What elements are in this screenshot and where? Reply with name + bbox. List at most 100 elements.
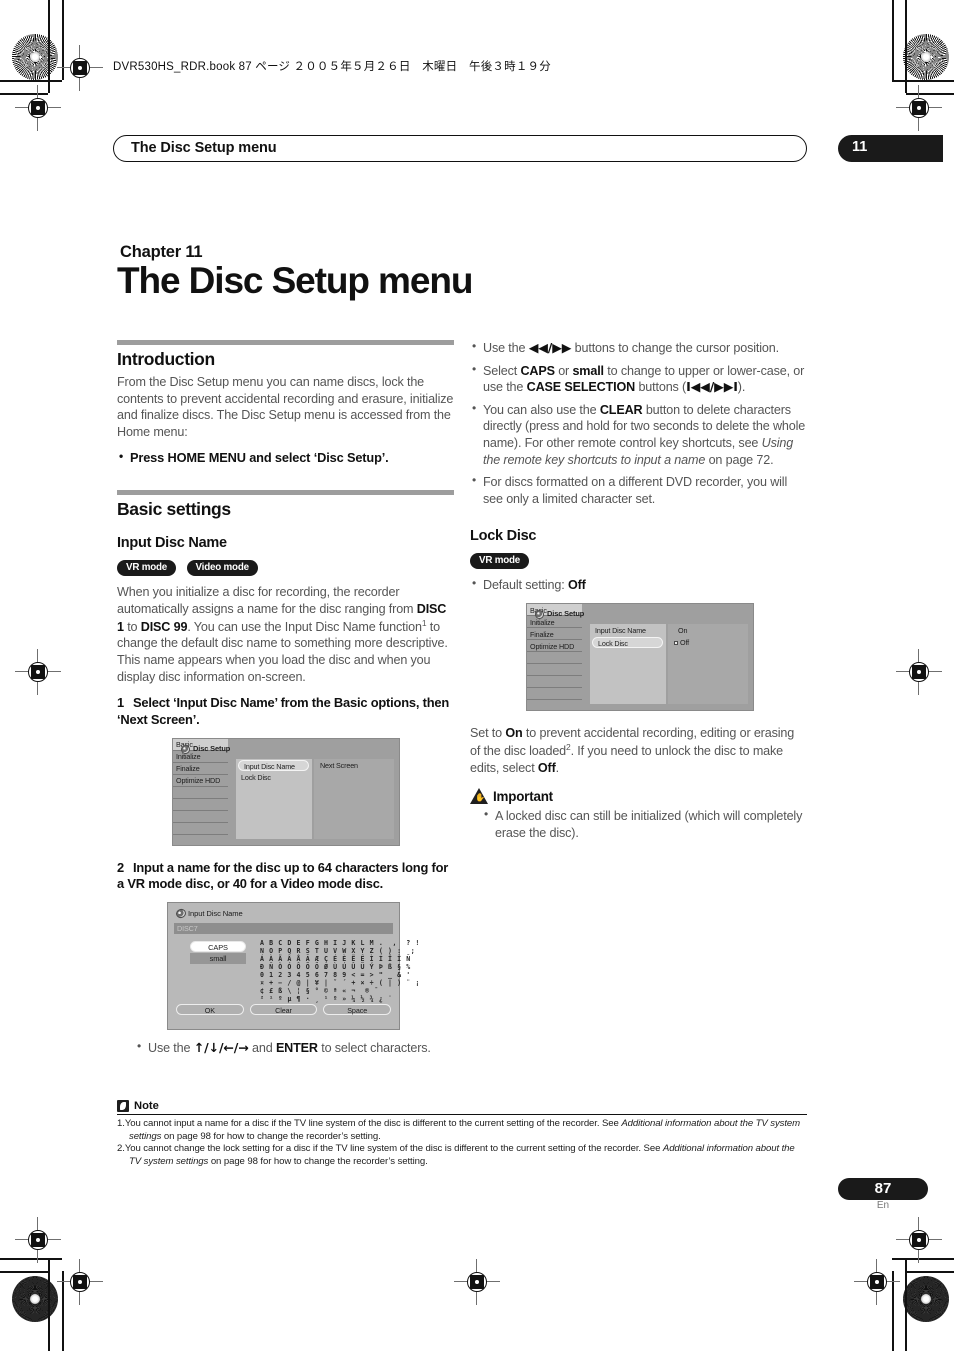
registration-mark-right-middle [896, 649, 942, 695]
input-disc-name-heading: Input Disc Name [117, 535, 227, 552]
case-selection-label: CASE SELECTION [526, 380, 636, 395]
important-block: Important A locked disc can still be ini… [470, 788, 807, 841]
osd-name-field[interactable]: DISC7 [174, 923, 393, 935]
registration-mark-left-lower [15, 1217, 61, 1263]
osd-menu-item-finalize[interactable]: Finalize [527, 628, 582, 641]
lock-disc-heading: Lock Disc [470, 528, 537, 545]
list-item: Press HOME MENU and select ‘Disc Setup’. [117, 449, 454, 467]
text-fragment: You cannot change the lock setting for a… [124, 1143, 663, 1155]
list-item: A locked disc can still be initialized (… [482, 807, 807, 841]
osd-value-on[interactable]: On [668, 624, 748, 636]
osd-case-selector: CAPS small [190, 941, 246, 965]
osd-case-caps[interactable]: CAPS [190, 941, 246, 953]
small-label: small [572, 363, 604, 378]
registration-mark-bottom-left [57, 1259, 103, 1305]
osd-screenshot-disc-setup-1: Disc Setup Basic Initialize Finalize Opt… [172, 737, 400, 846]
skip-buttons-icon: ◀◀/▶▶ [528, 340, 572, 355]
osd-menu-column: Basic Initialize Finalize Optimize HDD [527, 604, 582, 701]
case-selection-buttons-icon: I◀◀/▶▶I [686, 379, 738, 395]
text-fragment: buttons ( [635, 380, 687, 395]
right-column: Use the ◀◀/▶▶ buttons to change the curs… [470, 339, 807, 850]
note-block: Note 1.You cannot input a name for a dis… [117, 1100, 807, 1169]
introduction-bullets: Press HOME MENU and select ‘Disc Setup’. [117, 449, 454, 467]
text-fragment: ). [737, 380, 746, 395]
text-fragment: to select characters. [317, 1041, 431, 1056]
trim-mark-tl2-v [48, 0, 50, 93]
important-heading: Important [470, 788, 807, 805]
registration-mark-right-upper [896, 85, 942, 131]
osd-clear-button[interactable]: Clear [249, 1004, 318, 1016]
osd-space-button[interactable]: Space [323, 1004, 392, 1016]
registration-mark-left-middle [15, 649, 61, 695]
trim-mark-tr-h [892, 80, 954, 82]
osd-keyboard-title: Input Disc Name [188, 909, 243, 919]
osd-menu-item-empty [173, 823, 228, 835]
lock-disc-default-bullet: Default setting: Off [470, 577, 807, 594]
running-head-pill: The Disc Setup menu [113, 135, 807, 162]
note-icon [117, 1100, 129, 1112]
chapter-number-tab: 11 [838, 135, 943, 162]
left-column: Introduction From the Disc Setup menu yo… [117, 340, 454, 1066]
list-item: 2.You cannot change the lock setting for… [117, 1143, 807, 1168]
trim-mark-br2-h [906, 1271, 954, 1273]
char-row: Ð Ñ Ò Ó Ô Õ Ö Ø Ù Ú Û Ü Ý Þ ß § % [260, 963, 411, 972]
trim-mark-bl2-h [0, 1271, 48, 1273]
osd-option-input-disc-name[interactable]: Input Disc Name [590, 624, 666, 636]
step-1: 1 Select ‘Input Disc Name’ from the Basic… [117, 695, 454, 729]
osd-menu-item-finalize[interactable]: Finalize [173, 763, 228, 775]
osd-case-small[interactable]: small [190, 953, 246, 965]
char-row: ² ¹ º µ ¶ · ¸ ¹ º » ¼ ½ ¾ ¿ ˙ [260, 995, 393, 1004]
input-disc-name-badges: VR mode Video mode [117, 557, 454, 577]
status-badge: VR mode [117, 560, 177, 577]
page-number: 87 [874, 1180, 892, 1197]
text-fragment: on page 98 for how to change the recorde… [161, 1130, 381, 1142]
text-fragment: You cannot input a name for a disc if th… [124, 1118, 622, 1129]
list-item: 1.You cannot input a name for a disc if … [117, 1118, 807, 1143]
osd-value-next-screen[interactable]: Next Screen [314, 759, 394, 771]
text-fragment: buttons to change the cursor position. [571, 341, 779, 355]
trim-mark-bl-h [0, 1258, 62, 1260]
char-row: ¢ £ ß \ ¦ § ° © ª « ¬ ­ ® ¯ [260, 987, 379, 996]
osd-menu-item-empty [527, 664, 582, 677]
osd-character-grid[interactable]: A B C D E F G H I J K L M . , ? ! N O P … [260, 939, 419, 1004]
osd-menu-item-optimize-hdd[interactable]: Optimize HDD [527, 640, 582, 653]
status-badge: VR mode [470, 553, 530, 570]
osd-options-column: Input Disc Name Lock Disc [590, 624, 666, 705]
osd-values-column: Next Screen [314, 758, 394, 839]
basic-settings-heading: Basic settings [117, 499, 231, 520]
introduction-heading: Introduction [117, 349, 215, 369]
page-title: The Disc Setup menu [117, 260, 473, 301]
osd-value-on-label: On [678, 626, 688, 636]
registration-mark-right-lower [896, 1217, 942, 1263]
step-2: 2 Input a name for the disc up to 64 char… [117, 860, 454, 894]
osd-values-column: On Off [668, 624, 748, 705]
osd-menu-item-empty [173, 811, 228, 823]
list-item: For discs formatted on a different DVD r… [470, 473, 807, 507]
osd-menu-item-empty [527, 676, 582, 689]
osd-ok-button[interactable]: OK [176, 1004, 244, 1016]
section-rule-basic-settings [117, 490, 454, 496]
osd-option-lock-disc[interactable]: Lock Disc [592, 637, 663, 649]
text-fragment: on page 98 for how to change the recorde… [208, 1155, 428, 1167]
char-row: 0 1 2 3 4 5 6 7 8 9 < = > " _ & ' [260, 971, 411, 980]
osd-menu-item-optimize-hdd[interactable]: Optimize HDD [173, 775, 228, 787]
note-number: 2. [117, 1143, 125, 1155]
osd-menu-item-empty [527, 652, 582, 665]
disc-icon [174, 907, 188, 920]
text-fragment: to [123, 619, 141, 634]
osd-option-lock-disc[interactable]: Lock Disc [236, 771, 312, 783]
text-fragment: and [248, 1041, 276, 1056]
clear-key-label: CLEAR [599, 402, 643, 417]
osd-title: Disc Setup [193, 743, 231, 753]
text-fragment: You can also use the [483, 402, 600, 417]
osd-menu-item-empty [527, 688, 582, 701]
osd-option-input-disc-name[interactable]: Input Disc Name [238, 759, 309, 771]
print-starburst-bottom-left [12, 1276, 58, 1322]
character-input-bullets: Use the ◀◀/▶▶ buttons to change the curs… [470, 339, 807, 507]
trim-mark-bl2-v [48, 1258, 50, 1351]
osd-screenshot-disc-setup-2: Disc Setup Basic Initialize Finalize Opt… [526, 603, 754, 712]
osd-value-off[interactable]: Off [668, 636, 748, 648]
lock-disc-paragraph: Set to On to prevent accidental recordin… [470, 725, 807, 776]
text-fragment: Default setting: [483, 578, 568, 593]
registration-mark-left-upper [15, 85, 61, 131]
